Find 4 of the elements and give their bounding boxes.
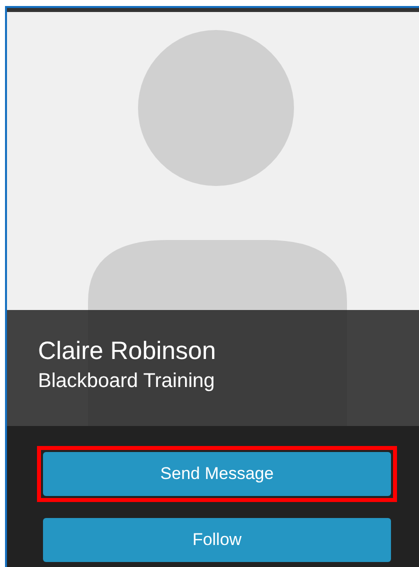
action-button[interactable]: Send Message (43, 452, 391, 496)
profile-organization: Blackboard Training (38, 369, 216, 394)
profile-name: Claire Robinson (38, 336, 217, 367)
action-button[interactable]: Follow (43, 518, 391, 562)
